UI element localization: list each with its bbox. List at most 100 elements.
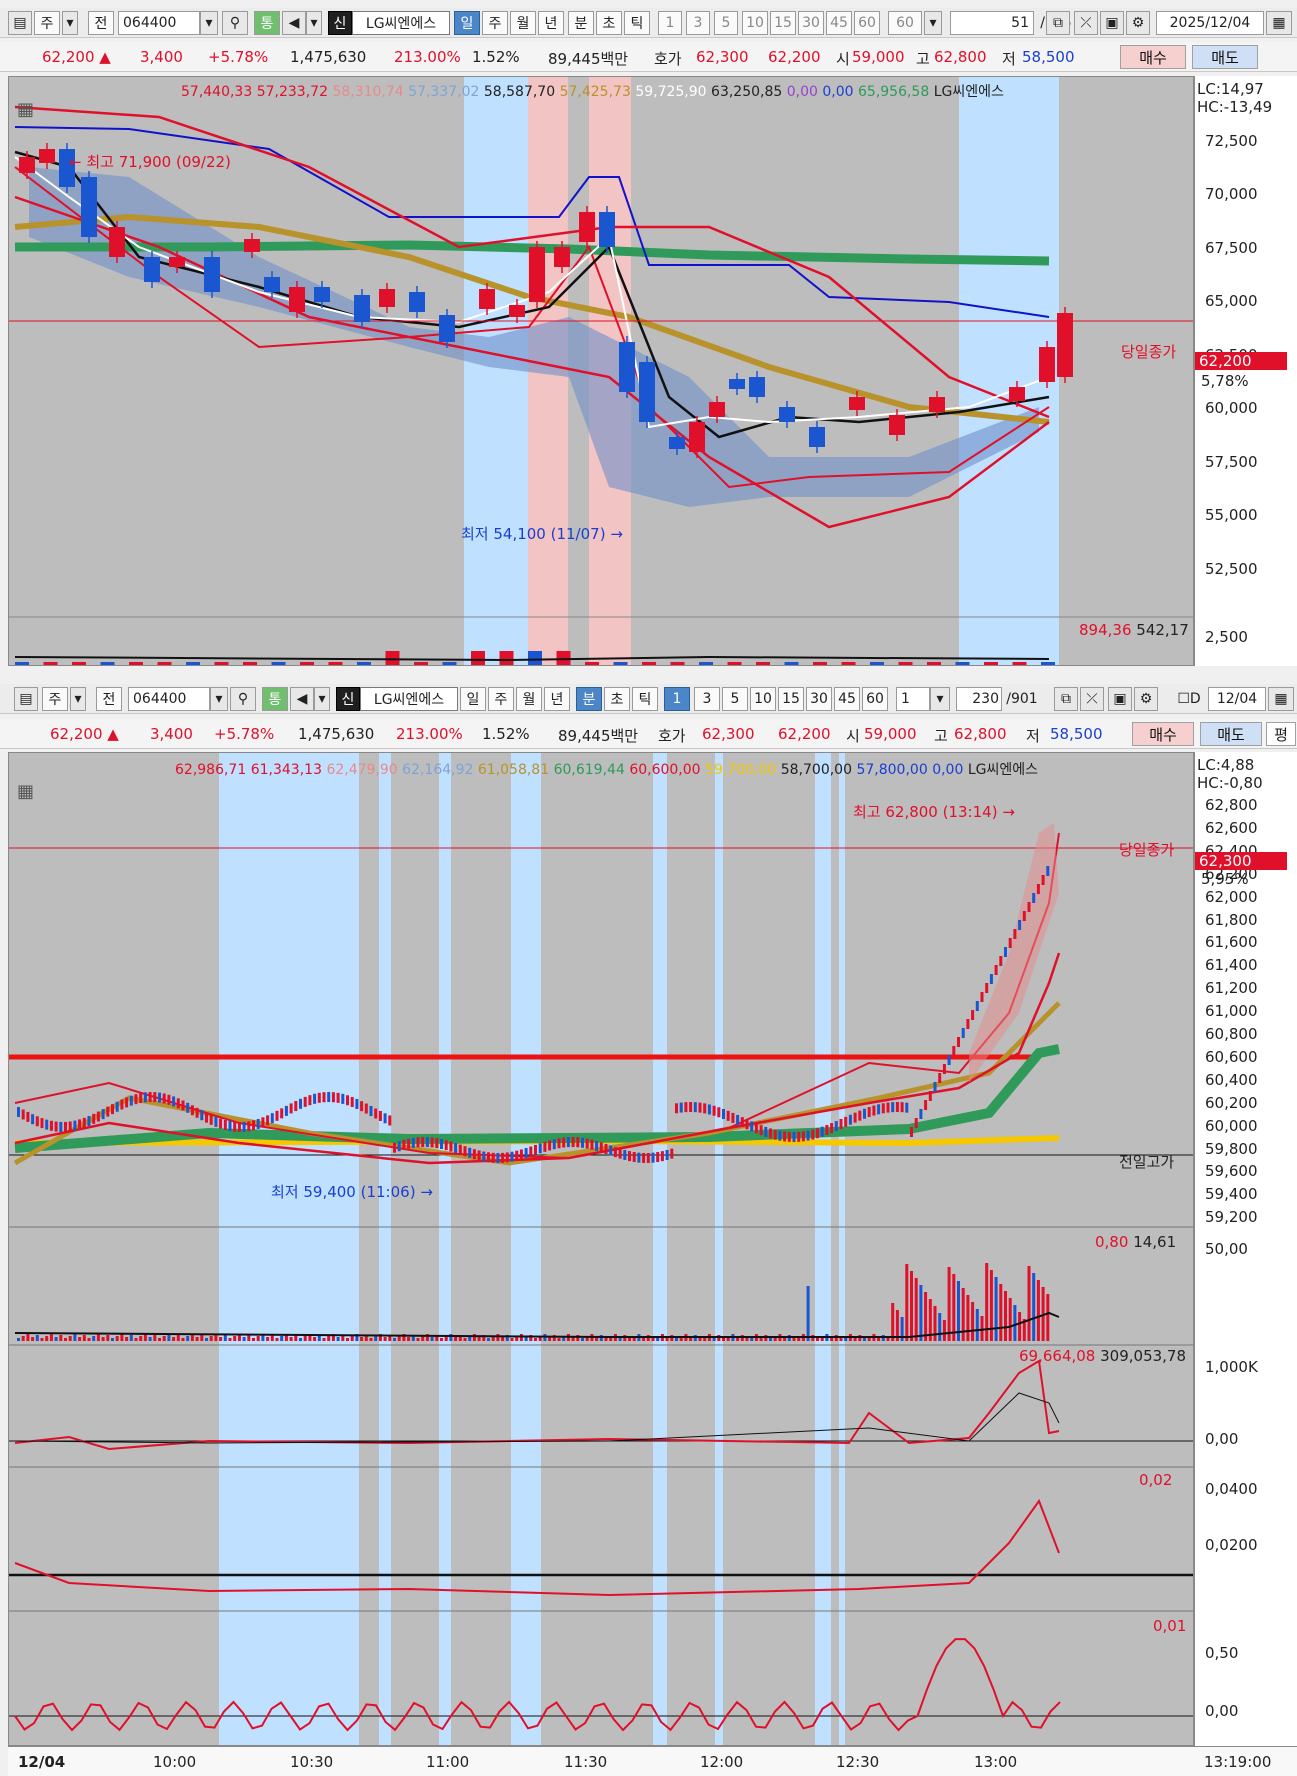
tab-period-day[interactable]: 일 <box>454 11 480 35</box>
gear-icon[interactable]: ⚙ <box>1134 687 1158 711</box>
speaker-icon[interactable]: ◀ <box>290 687 314 711</box>
d-checkbox[interactable]: ☐ D <box>1174 687 1204 711</box>
volume-bar <box>157 662 172 665</box>
buy-button[interactable]: 매수 <box>1132 722 1194 746</box>
candle <box>529 1146 533 1157</box>
interval-select[interactable]: 1 <box>896 687 930 711</box>
stock-name[interactable]: LG씨엔에스 <box>352 11 450 35</box>
prev-button[interactable]: 전 <box>88 11 114 35</box>
interval-45[interactable]: 45 <box>826 11 852 35</box>
interval-30[interactable]: 30 <box>806 687 832 711</box>
date-input[interactable]: 2025/12/04 <box>1156 11 1264 35</box>
tab-period-second[interactable]: 초 <box>604 687 630 711</box>
interval-10[interactable]: 10 <box>750 687 776 711</box>
save-icon[interactable]: ▣ <box>1108 687 1132 711</box>
y-tick: 62,000 <box>1205 887 1258 906</box>
chevron-down-icon[interactable]: ▾ <box>924 11 942 35</box>
candle <box>703 1103 707 1114</box>
new-badge[interactable]: 신 <box>336 687 360 711</box>
minute-chart-pane[interactable]: 62,986,71 61,343,13 62,479,90 62,164,92 … <box>8 752 1194 1746</box>
interval-10[interactable]: 10 <box>742 11 768 35</box>
candle <box>729 379 745 389</box>
speaker-icon[interactable]: ◀ <box>282 11 306 35</box>
candle-icon[interactable]: ⧉ <box>1054 687 1078 711</box>
average-button[interactable]: 평 <box>1266 722 1296 746</box>
interval-select[interactable]: 60 <box>888 11 922 35</box>
candle <box>35 1116 39 1127</box>
interval-3[interactable]: 3 <box>694 687 720 711</box>
chevron-down-icon[interactable]: ▾ <box>930 687 950 711</box>
stock-name[interactable]: LG씨엔에스 <box>360 687 458 711</box>
type-select[interactable]: 주 <box>42 687 68 711</box>
candle <box>599 1142 603 1153</box>
interval-1[interactable]: 1 <box>664 687 690 711</box>
crosshair-icon[interactable]: ⤫ <box>1074 11 1098 35</box>
tab-period-month[interactable]: 월 <box>516 687 542 711</box>
interval-60[interactable]: 60 <box>862 687 888 711</box>
chevron-down-icon[interactable]: ▾ <box>314 687 330 711</box>
prev-button[interactable]: 전 <box>96 687 122 711</box>
sell-button[interactable]: 매도 <box>1200 722 1262 746</box>
crosshair-icon[interactable]: ⤫ <box>1080 687 1104 711</box>
volume: 1,475,630 <box>298 725 375 743</box>
grid-icon[interactable]: ▦ <box>17 99 34 120</box>
interval-1[interactable]: 1 <box>658 11 682 35</box>
interval-30[interactable]: 30 <box>798 11 824 35</box>
layout-icon[interactable]: ▤ <box>14 687 38 711</box>
count-input[interactable]: 230 <box>956 687 1002 711</box>
volume-bar <box>599 1335 603 1341</box>
code-input[interactable]: 064400 <box>118 11 200 35</box>
tab-period-year[interactable]: 년 <box>544 687 570 711</box>
save-icon[interactable]: ▣ <box>1100 11 1124 35</box>
interval-15[interactable]: 15 <box>778 687 804 711</box>
tab-period-minute[interactable]: 분 <box>576 687 602 711</box>
calendar-icon[interactable]: ▦ <box>1266 11 1292 35</box>
search-icon[interactable]: ⚲ <box>230 687 256 711</box>
chevron-down-icon[interactable]: ▾ <box>200 11 218 35</box>
interval-60[interactable]: 60 <box>854 11 880 35</box>
code-input[interactable]: 064400 <box>128 687 210 711</box>
search-icon[interactable]: ⚲ <box>222 11 248 35</box>
volume-bar <box>17 1338 20 1341</box>
gear-icon[interactable]: ⚙ <box>1126 11 1150 35</box>
candle <box>397 1141 401 1152</box>
chevron-down-icon[interactable]: ▾ <box>70 687 86 711</box>
volume-bar <box>393 1338 396 1341</box>
total-button[interactable]: 통 <box>254 11 280 35</box>
tab-period-tick[interactable]: 틱 <box>632 687 658 711</box>
tab-period-tick[interactable]: 틱 <box>624 11 650 35</box>
interval-3[interactable]: 3 <box>686 11 710 35</box>
buy-button[interactable]: 매수 <box>1120 45 1186 69</box>
new-badge[interactable]: 신 <box>328 11 352 35</box>
candle <box>709 402 725 417</box>
total-button[interactable]: 통 <box>262 687 288 711</box>
type-select[interactable]: 주 <box>34 11 60 35</box>
layout-icon[interactable]: ▤ <box>8 11 32 35</box>
date-input[interactable]: 12/04 <box>1208 687 1266 711</box>
calendar-icon[interactable]: ▦ <box>1268 687 1294 711</box>
tab-period-day[interactable]: 일 <box>460 687 486 711</box>
interval-5[interactable]: 5 <box>722 687 748 711</box>
candle-icon[interactable]: ⧉ <box>1046 11 1070 35</box>
chevron-down-icon[interactable]: ▾ <box>62 11 78 35</box>
tab-period-year[interactable]: 년 <box>538 11 564 35</box>
tab-period-week[interactable]: 주 <box>488 687 514 711</box>
candle <box>787 1131 791 1142</box>
grid-icon[interactable]: ▦ <box>17 781 34 802</box>
daily-chart-pane[interactable]: 57,440,33 57,233,72 58,310,74 57,337,02 … <box>8 76 1194 666</box>
interval-45[interactable]: 45 <box>834 687 860 711</box>
tab-period-minute[interactable]: 분 <box>568 11 594 35</box>
interval-15[interactable]: 15 <box>770 11 796 35</box>
sell-button[interactable]: 매도 <box>1192 45 1258 69</box>
tab-period-second[interactable]: 초 <box>596 11 622 35</box>
chevron-down-icon[interactable]: ▾ <box>210 687 228 711</box>
chevron-down-icon[interactable]: ▾ <box>306 11 322 35</box>
candle <box>219 1118 223 1129</box>
tab-period-month[interactable]: 월 <box>510 11 536 35</box>
volume-bar <box>499 651 514 665</box>
volume-bar <box>722 1338 725 1341</box>
tab-period-week[interactable]: 주 <box>482 11 508 35</box>
volume-bar <box>604 1338 608 1341</box>
interval-5[interactable]: 5 <box>714 11 738 35</box>
count-input[interactable]: 51 <box>950 11 1034 35</box>
